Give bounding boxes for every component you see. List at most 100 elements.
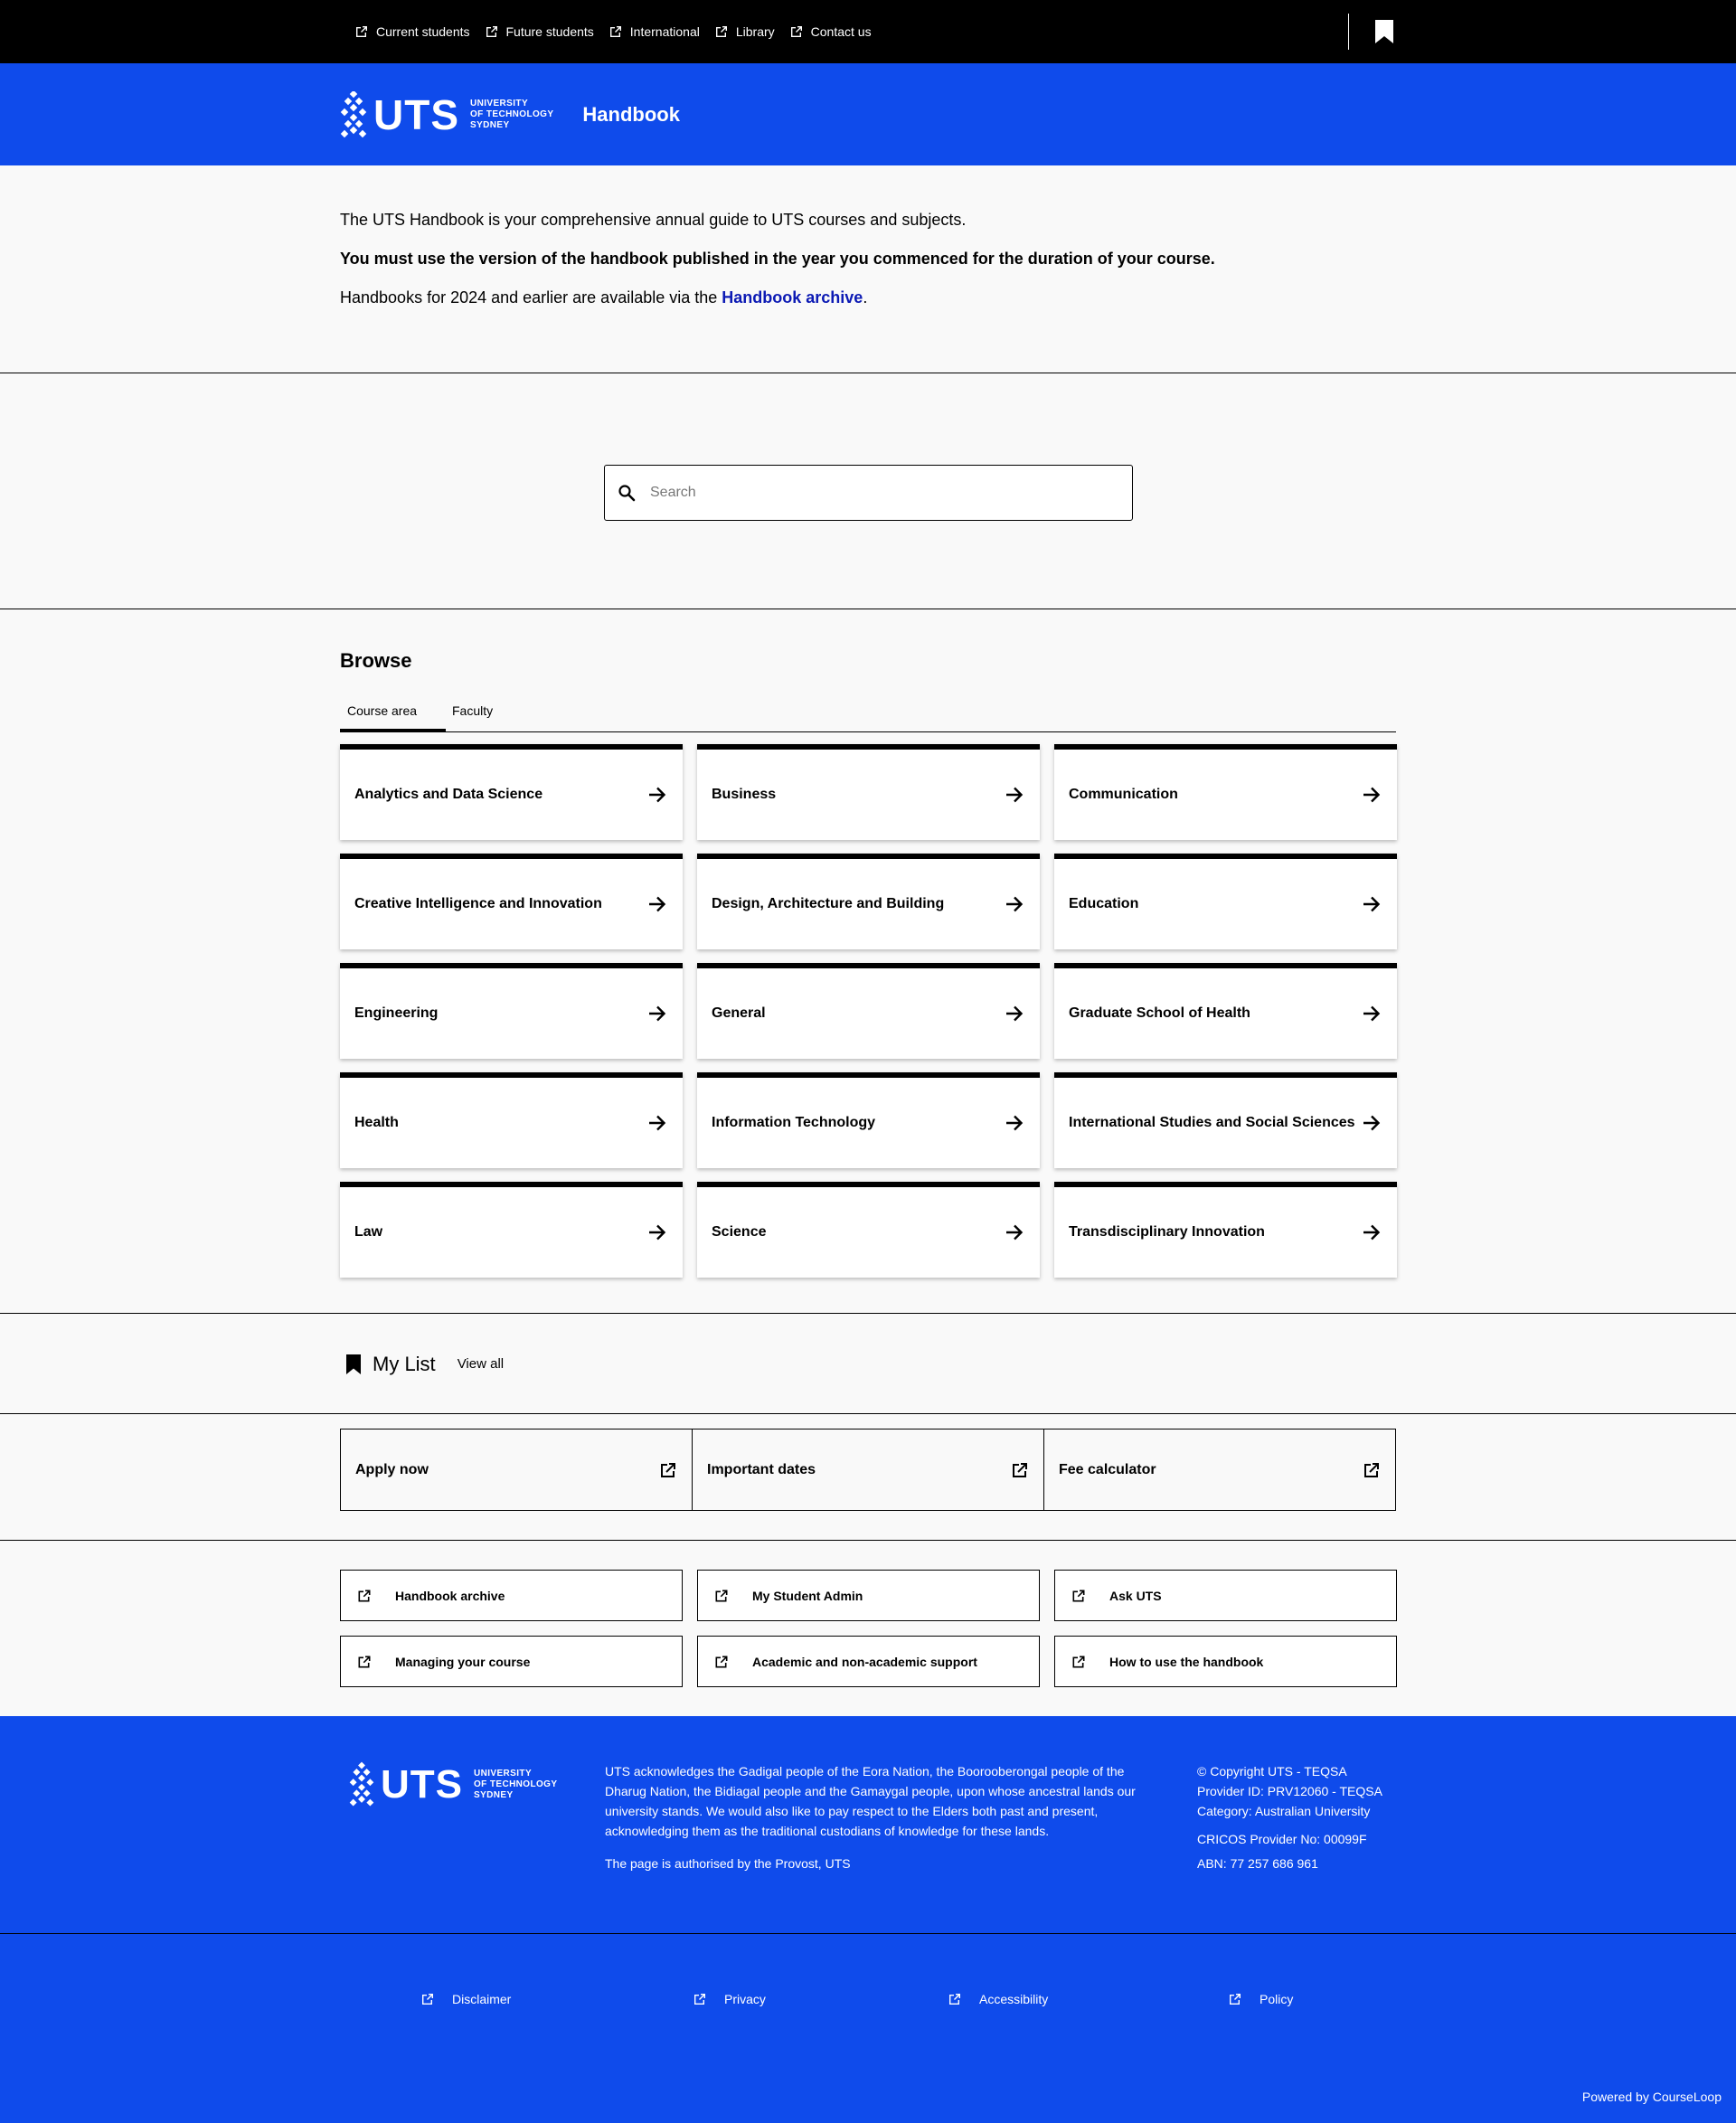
footer-link-policy[interactable]: Policy bbox=[1229, 1992, 1293, 2006]
course-area-card[interactable]: Analytics and Data Science bbox=[340, 744, 683, 840]
external-link-icon bbox=[486, 26, 497, 37]
logo-subtitle-line: Sydney bbox=[470, 119, 510, 130]
logo-subtitle-line: University bbox=[470, 98, 529, 109]
quick-link[interactable]: Managing your course bbox=[340, 1636, 683, 1687]
logo-wordmark: UTS bbox=[373, 90, 459, 138]
course-area-label: Transdisciplinary Innovation bbox=[1069, 1224, 1265, 1240]
quick-link-label: Academic and non-academic support bbox=[752, 1654, 977, 1669]
arrow-right-icon bbox=[649, 1005, 666, 1022]
quick-links-grid: Handbook archive My Student Admin Ask UTS M… bbox=[340, 1570, 1397, 1687]
quick-link[interactable]: Academic and non-academic support bbox=[697, 1636, 1040, 1687]
course-area-card[interactable]: Communication bbox=[1054, 744, 1397, 840]
logo-subtitle-line: of Technology bbox=[470, 109, 554, 119]
archive-prefix: Handbooks for 2024 and earlier are avail… bbox=[340, 288, 722, 307]
course-area-card[interactable]: Health bbox=[340, 1072, 683, 1168]
arrow-right-icon bbox=[1006, 787, 1024, 803]
external-link-icon bbox=[1072, 1656, 1085, 1667]
course-area-card[interactable]: Engineering bbox=[340, 963, 683, 1059]
top-link-library[interactable]: Library bbox=[715, 24, 775, 39]
action-label: Fee calculator bbox=[1059, 1461, 1156, 1477]
course-area-card[interactable]: Transdisciplinary Innovation bbox=[1054, 1182, 1397, 1278]
course-area-card[interactable]: Design, Architecture and Building bbox=[697, 854, 1040, 949]
action-row: Apply now Important dates Fee calculator bbox=[340, 1429, 1396, 1511]
brand-header: UTS University of Technology Sydney Hand… bbox=[0, 63, 1736, 165]
top-divider bbox=[1348, 14, 1349, 50]
top-link-contact-us[interactable]: Contact us bbox=[790, 24, 872, 39]
course-area-card[interactable]: International Studies and Social Science… bbox=[1054, 1072, 1397, 1168]
top-link-future-students[interactable]: Future students bbox=[486, 24, 594, 39]
logo-subtitle-line: of Technology bbox=[474, 1779, 558, 1789]
external-link-icon bbox=[949, 1994, 960, 2005]
course-area-label: Graduate School of Health bbox=[1069, 1005, 1250, 1021]
footer-link-label: Policy bbox=[1260, 1992, 1294, 2006]
course-area-label: Engineering bbox=[354, 1005, 439, 1021]
action-label: Apply now bbox=[355, 1461, 429, 1477]
top-link-international[interactable]: International bbox=[609, 24, 700, 39]
course-area-label: Education bbox=[1069, 896, 1139, 911]
archive-suffix: . bbox=[863, 288, 868, 307]
course-area-card[interactable]: Creative Intelligence and Innovation bbox=[340, 854, 683, 949]
external-link-icon bbox=[694, 1994, 705, 2005]
quick-link[interactable]: Handbook archive bbox=[340, 1570, 683, 1621]
apply-now-button[interactable]: Apply now bbox=[341, 1429, 693, 1510]
footer-uts-logo[interactable]: UTS University of Technology Sydney bbox=[349, 1761, 557, 1808]
top-nav: Current students Future students Interna… bbox=[340, 0, 887, 63]
arrow-right-icon bbox=[1006, 1224, 1024, 1241]
search-box[interactable] bbox=[604, 465, 1133, 521]
footer-link-accessibility[interactable]: Accessibility bbox=[948, 1992, 1048, 2006]
browse-section: Browse Course area Faculty Analytics and… bbox=[0, 609, 1736, 1314]
actions-section: Apply now Important dates Fee calculator bbox=[0, 1414, 1736, 1541]
footer-links: Disclaimer Privacy Accessibility Policy … bbox=[0, 1934, 1736, 2122]
uts-logo[interactable]: UTS University of Technology Sydney bbox=[340, 90, 554, 138]
arrow-right-icon bbox=[649, 787, 666, 803]
footer-link-privacy[interactable]: Privacy bbox=[693, 1992, 766, 2006]
quick-link[interactable]: My Student Admin bbox=[697, 1570, 1040, 1621]
tab-faculty[interactable]: Faculty bbox=[446, 696, 500, 732]
logo-subtitle-line: Sydney bbox=[474, 1790, 514, 1800]
course-area-card[interactable]: Law bbox=[340, 1182, 683, 1278]
browse-heading: Browse bbox=[340, 649, 412, 672]
course-area-card[interactable]: Information Technology bbox=[697, 1072, 1040, 1168]
search-icon bbox=[618, 485, 636, 502]
course-area-card[interactable]: General bbox=[697, 963, 1040, 1059]
quick-link-label: Managing your course bbox=[395, 1654, 531, 1669]
bookmark-icon[interactable] bbox=[1374, 19, 1394, 44]
quick-link[interactable]: Ask UTS bbox=[1054, 1570, 1397, 1621]
course-area-label: Communication bbox=[1069, 787, 1178, 802]
view-all-link[interactable]: View all bbox=[458, 1356, 504, 1372]
course-area-card[interactable]: Graduate School of Health bbox=[1054, 963, 1397, 1059]
external-link-icon bbox=[356, 26, 367, 37]
tab-course-area[interactable]: Course area bbox=[340, 696, 446, 732]
authorised-text: The page is authorised by the Provost, U… bbox=[605, 1856, 851, 1871]
footer: UTS University of Technology Sydney UTS … bbox=[0, 1716, 1736, 2123]
important-dates-button[interactable]: Important dates bbox=[693, 1429, 1044, 1510]
handbook-archive-link[interactable]: Handbook archive bbox=[722, 288, 863, 307]
search-input[interactable] bbox=[650, 485, 1102, 501]
course-area-label: Law bbox=[354, 1224, 383, 1240]
arrow-right-icon bbox=[1006, 1005, 1024, 1022]
external-link-icon bbox=[609, 26, 621, 37]
copyright-text: © Copyright UTS - TEQSA bbox=[1197, 1764, 1347, 1779]
course-area-card[interactable]: Education bbox=[1054, 854, 1397, 949]
external-link-icon bbox=[358, 1590, 371, 1601]
top-link-label: International bbox=[629, 24, 700, 39]
powered-by[interactable]: Powered by CourseLoop bbox=[1582, 2090, 1722, 2104]
top-right bbox=[1348, 0, 1396, 63]
top-link-label: Current students bbox=[376, 24, 470, 39]
course-area-label: International Studies and Social Science… bbox=[1069, 1115, 1355, 1130]
course-area-card[interactable]: Business bbox=[697, 744, 1040, 840]
fee-calculator-button[interactable]: Fee calculator bbox=[1044, 1429, 1395, 1510]
arrow-right-icon bbox=[1363, 787, 1381, 803]
top-link-current-students[interactable]: Current students bbox=[355, 24, 470, 39]
arrow-right-icon bbox=[1363, 1224, 1381, 1241]
course-area-card[interactable]: Science bbox=[697, 1182, 1040, 1278]
intro-notice: You must use the version of the handbook… bbox=[340, 250, 1215, 268]
my-list-title: My List bbox=[373, 1352, 436, 1375]
category-text: Category: Australian University bbox=[1197, 1804, 1371, 1818]
quick-link[interactable]: How to use the handbook bbox=[1054, 1636, 1397, 1687]
course-area-label: Science bbox=[712, 1224, 767, 1240]
footer-link-disclaimer[interactable]: Disclaimer bbox=[421, 1992, 511, 2006]
action-label: Important dates bbox=[707, 1461, 816, 1477]
site-title[interactable]: Handbook bbox=[582, 103, 680, 127]
course-area-label: Information Technology bbox=[712, 1115, 876, 1130]
